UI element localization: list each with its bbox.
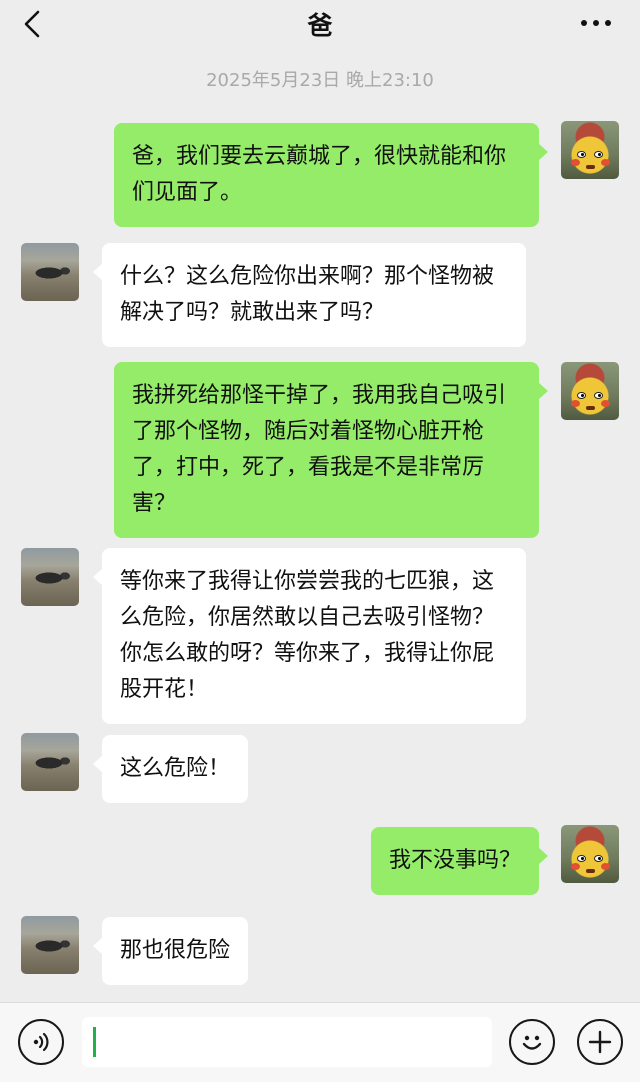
message-text: 我拼死给那怪干掉了，我用我自己吸引了那个怪物，随后对着怪物心脏开枪了，打中，死了… [132, 383, 507, 516]
message-bubble-incoming[interactable]: 那也很危险 [92, 917, 249, 985]
input-bar [0, 1002, 640, 1082]
message-text: 我不没事吗？ [388, 848, 521, 873]
chat-title: 爸 [307, 11, 333, 40]
message-input[interactable] [82, 1017, 492, 1067]
dad-avatar[interactable] [21, 916, 79, 974]
my-avatar[interactable] [561, 121, 619, 179]
my-avatar[interactable] [561, 362, 619, 420]
message-bubble-outgoing[interactable]: 我不没事吗？ [370, 827, 549, 895]
message-text: 那也很危险 [120, 938, 231, 963]
message-bubble-outgoing[interactable]: 我拼死给那怪干掉了，我用我自己吸引了那个怪物，随后对着怪物心脏开枪了，打中，死了… [114, 362, 548, 538]
message-timestamp: 2025年5月23日 晚上23:10 [206, 70, 434, 91]
voice-icon [33, 1032, 49, 1052]
message-bubble-incoming[interactable]: 等你来了我得让你尝尝我的七匹狼，这么危险，你居然敢以自己去吸引怪物？你怎么敢的呀… [93, 548, 526, 724]
message-bubble-outgoing[interactable]: 爸，我们要去云巅城了，很快就能和你们见面了。 [114, 123, 548, 227]
emoji-button[interactable] [509, 1019, 555, 1065]
add-button[interactable] [577, 1019, 623, 1065]
voice-button[interactable] [18, 1019, 64, 1065]
more-options-button[interactable] [574, 8, 618, 38]
message-bubble-incoming[interactable]: 什么？这么危险你出来啊？那个怪物被解决了吗？就敢出来了吗？ [93, 243, 526, 347]
text-caret [93, 1027, 96, 1057]
chat-header: 爸 [0, 0, 640, 52]
my-avatar[interactable] [561, 825, 619, 883]
message-text: 这么危险！ [120, 756, 231, 781]
plus-icon [588, 1030, 612, 1054]
dad-avatar[interactable] [21, 243, 79, 301]
dad-avatar[interactable] [21, 733, 79, 791]
message-text: 等你来了我得让你尝尝我的七匹狼，这么危险，你居然敢以自己去吸引怪物？你怎么敢的呀… [120, 569, 495, 702]
message-text: 爸，我们要去云巅城了，很快就能和你们见面了。 [132, 144, 507, 205]
message-bubble-incoming[interactable]: 这么危险！ [92, 735, 249, 803]
message-text: 什么？这么危险你出来啊？那个怪物被解决了吗？就敢出来了吗？ [120, 264, 495, 325]
emoji-icon [522, 1035, 542, 1050]
ellipsis-icon [581, 20, 611, 26]
dad-avatar[interactable] [21, 548, 79, 606]
